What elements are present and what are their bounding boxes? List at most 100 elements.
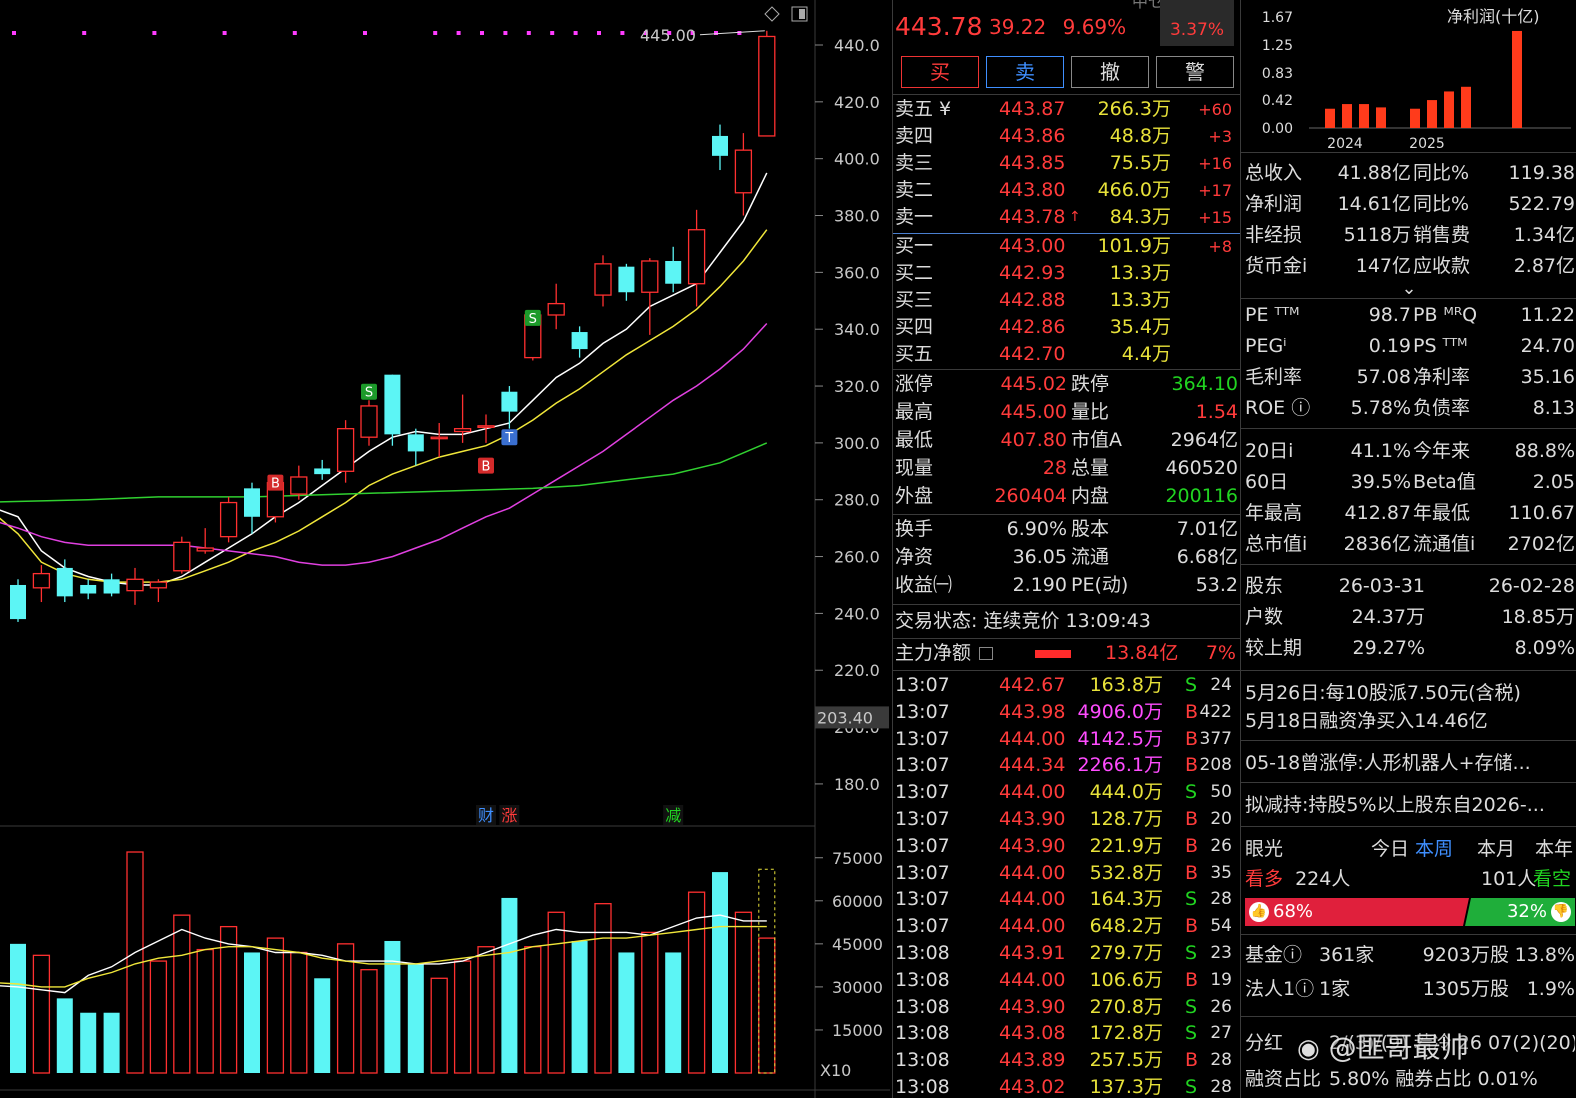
candle-body <box>501 391 518 412</box>
candle-body <box>290 476 308 495</box>
trade-marker-label: S <box>365 386 373 401</box>
top-dot <box>503 31 508 35</box>
tick-row[interactable]: 13:07 444.00 164.3万 S 28 <box>895 886 1238 913</box>
holder-label: 户数 <box>1245 606 1284 628</box>
ask-row[interactable]: 卖五 ¥ 443.87 266.3万 +60 <box>895 96 1238 123</box>
fin-label: 总收入 <box>1245 162 1303 184</box>
tab-today[interactable]: 今日 <box>1371 836 1409 863</box>
tick-row[interactable]: 13:07 443.98 4906.0万 B 422 <box>895 699 1238 726</box>
holder-value: 29.27% <box>1352 637 1425 659</box>
bid-row[interactable]: 买二 442.93 13.3万 <box>895 260 1238 287</box>
tick-count: 28 <box>1210 1077 1232 1097</box>
tick-row[interactable]: 13:08 443.08 172.8万 S 27 <box>895 1020 1238 1047</box>
bid-row[interactable]: 买三 442.88 13.3万 <box>895 287 1238 314</box>
stat-label: 涨停 <box>895 373 934 395</box>
news-item[interactable]: 05-18曾涨停:人形机器人+存储... <box>1245 750 1575 777</box>
tick-row[interactable]: 13:07 443.90 221.9万 B 26 <box>895 833 1238 860</box>
tick-time: 13:07 <box>895 888 950 911</box>
perf-label: 年最低 <box>1413 502 1471 524</box>
price-change: 39.22 <box>989 15 1047 39</box>
perf-label: 总市值i <box>1245 533 1308 555</box>
stat-row: 涨停 445.02 跌停 364.10 <box>895 371 1238 398</box>
profit-y-tick: 1.67 <box>1262 10 1293 26</box>
tick-row[interactable]: 13:08 443.02 137.3万 S 28 <box>895 1074 1238 1098</box>
price-tick-label: 180.0 <box>834 775 880 794</box>
profit-y-tick: 0.42 <box>1262 93 1293 109</box>
tick-price: 442.67 <box>999 674 1066 696</box>
top-dot <box>573 31 578 35</box>
kline-chart[interactable]: 440.0 420.0 400.0 380.0 360.0 340.0 320.0 300.0… <box>0 0 890 1098</box>
tick-count: 28 <box>1210 1050 1232 1071</box>
candle-body <box>244 488 260 517</box>
diamond-icon <box>764 6 780 22</box>
stat-value: 28 <box>1042 457 1067 479</box>
ask-delta: +15 <box>1198 208 1232 227</box>
sell-button[interactable]: 卖 <box>986 56 1064 88</box>
news-item[interactable]: 5月18日融资净买入14.46亿 <box>1245 708 1575 735</box>
tick-volume: 221.9万 <box>1089 834 1163 857</box>
tab-year[interactable]: 本年 <box>1535 836 1573 863</box>
tick-row[interactable]: 13:07 444.00 648.2万 B 54 <box>895 913 1238 940</box>
tick-row[interactable]: 13:07 444.00 444.0万 S 50 <box>895 779 1238 806</box>
top-dot <box>222 31 227 35</box>
main-flow-pct: 7% <box>1205 642 1236 664</box>
tick-count: 208 <box>1199 755 1232 776</box>
val-value: 5.78% <box>1350 397 1411 419</box>
news-item[interactable]: 拟减持:持股5%以上股东自2026-... <box>1245 792 1575 819</box>
tick-time: 13:07 <box>895 915 950 938</box>
tick-row[interactable]: 13:07 442.67 163.8万 S 24 <box>895 672 1238 699</box>
tab-week[interactable]: 本周 <box>1415 836 1453 863</box>
top-dot <box>737 31 742 35</box>
perf-row: 20日i 41.1% 今年来 88.8% <box>1245 438 1575 465</box>
cancel-button[interactable]: 撤 <box>1071 56 1149 88</box>
news-item[interactable]: 5月26日:每10股派7.50元(含税) <box>1245 680 1575 707</box>
tick-row[interactable]: 13:08 443.89 257.5万 B 28 <box>895 1047 1238 1074</box>
thumb-down-icon: 👎 <box>1551 902 1571 922</box>
sentiment-bar[interactable]: 👍 68% 32% 👎 <box>1245 898 1575 926</box>
buy-button[interactable]: 买 <box>901 56 979 88</box>
list-icon[interactable] <box>979 647 994 660</box>
high-marker-arrow <box>699 30 765 36</box>
bid-row[interactable]: 买五 442.70 4.4万 <box>895 341 1238 368</box>
fin-label: 应收款 <box>1413 255 1471 277</box>
alert-button[interactable]: 警 <box>1156 56 1234 88</box>
tick-count: 23 <box>1210 943 1232 963</box>
top-dot <box>292 31 297 35</box>
tick-volume: 444.0万 <box>1089 781 1163 804</box>
tick-volume: 128.7万 <box>1089 808 1163 830</box>
ask-row[interactable]: 卖四 443.86 48.8万 +3 <box>895 123 1238 150</box>
expand-chevron-icon[interactable]: ⌄ <box>1391 278 1427 305</box>
stat-label: 现量 <box>895 457 934 479</box>
perf-row: 年最高 412.87 年最低 110.67 <box>1245 500 1575 527</box>
price-tick-label: 300.0 <box>834 434 880 453</box>
volume-bar <box>453 960 472 1074</box>
tick-row[interactable]: 13:07 443.90 128.7万 B 20 <box>895 806 1238 833</box>
fin-row: 总收入 41.88亿 同比% 119.38 <box>1245 160 1575 187</box>
volume-bar <box>618 952 635 1073</box>
ask-row[interactable]: 卖一 443.78 84.3万 +15 ↑ <box>895 204 1238 231</box>
tick-price: 443.90 <box>999 995 1066 1018</box>
candle-body <box>360 405 378 438</box>
tick-time: 13:07 <box>895 674 950 696</box>
kline-svg[interactable]: 440.0 420.0 400.0 380.0 360.0 340.0 320.0 300.0… <box>0 0 890 1098</box>
bid-row[interactable]: 买一 443.00 101.9万 +8 <box>895 233 1238 260</box>
ask-row[interactable]: 卖二 443.80 466.0万 +17 <box>895 177 1238 204</box>
bid-row[interactable]: 买四 442.86 35.4万 <box>895 314 1238 341</box>
inst-count: 1家 <box>1319 978 1351 1000</box>
fin-value: 119.38 <box>1508 162 1575 184</box>
tick-price: 444.00 <box>999 915 1066 938</box>
price-change-pct: 9.69% <box>1062 15 1127 39</box>
tick-row[interactable]: 13:08 444.00 106.6万 B 19 <box>895 967 1238 994</box>
stat-row: 换手 6.90% 股本 7.01亿 <box>895 516 1238 543</box>
tick-side: S <box>1185 888 1198 911</box>
tick-row[interactable]: 13:08 443.90 270.8万 S 26 <box>895 994 1238 1021</box>
tab-month[interactable]: 本月 <box>1477 836 1515 863</box>
tick-row[interactable]: 13:08 443.91 279.7万 S 23 <box>895 940 1238 967</box>
tick-volume: 164.3万 <box>1089 888 1163 911</box>
stat-label: 外盘 <box>895 485 934 507</box>
vision-header: 眼光 今日 本周 本月 本年 <box>1245 836 1575 863</box>
tick-row[interactable]: 13:07 444.00 532.8万 B 35 <box>895 860 1238 887</box>
tick-row[interactable]: 13:07 444.34 2266.1万 B 208 <box>895 752 1238 779</box>
ask-row[interactable]: 卖三 443.85 75.5万 +16 <box>895 150 1238 177</box>
tick-row[interactable]: 13:07 444.00 4142.5万 B 377 <box>895 726 1238 753</box>
